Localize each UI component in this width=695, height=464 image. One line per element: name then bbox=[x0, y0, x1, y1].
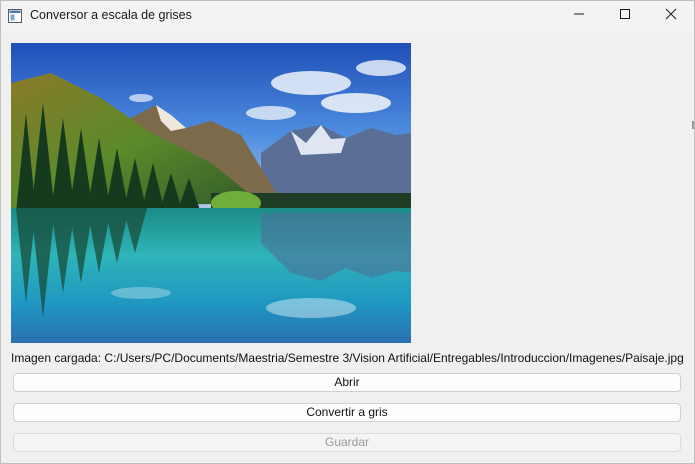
loaded-image bbox=[11, 43, 411, 343]
landscape-image bbox=[11, 43, 411, 343]
save-button[interactable]: Guardar bbox=[13, 433, 681, 452]
close-button[interactable] bbox=[648, 1, 694, 31]
minimize-button[interactable] bbox=[556, 1, 602, 31]
window-title: Conversor a escala de grises bbox=[30, 8, 192, 22]
maximize-icon bbox=[619, 7, 631, 25]
resize-grip[interactable] bbox=[692, 121, 694, 129]
maximize-button[interactable] bbox=[602, 1, 648, 31]
convert-to-gray-button[interactable]: Convertir a gris bbox=[13, 403, 681, 422]
minimize-icon bbox=[573, 7, 585, 25]
main-content: Imagen cargada: C:/Users/PC/Documents/Ma… bbox=[1, 31, 694, 463]
app-window: Conversor a escala de grises Imagen carg… bbox=[0, 0, 695, 464]
app-window-icon bbox=[8, 9, 22, 23]
close-icon bbox=[665, 7, 677, 25]
open-button[interactable]: Abrir bbox=[13, 373, 681, 392]
loaded-image-path: Imagen cargada: C:/Users/PC/Documents/Ma… bbox=[11, 351, 684, 365]
title-bar[interactable]: Conversor a escala de grises bbox=[1, 1, 694, 31]
